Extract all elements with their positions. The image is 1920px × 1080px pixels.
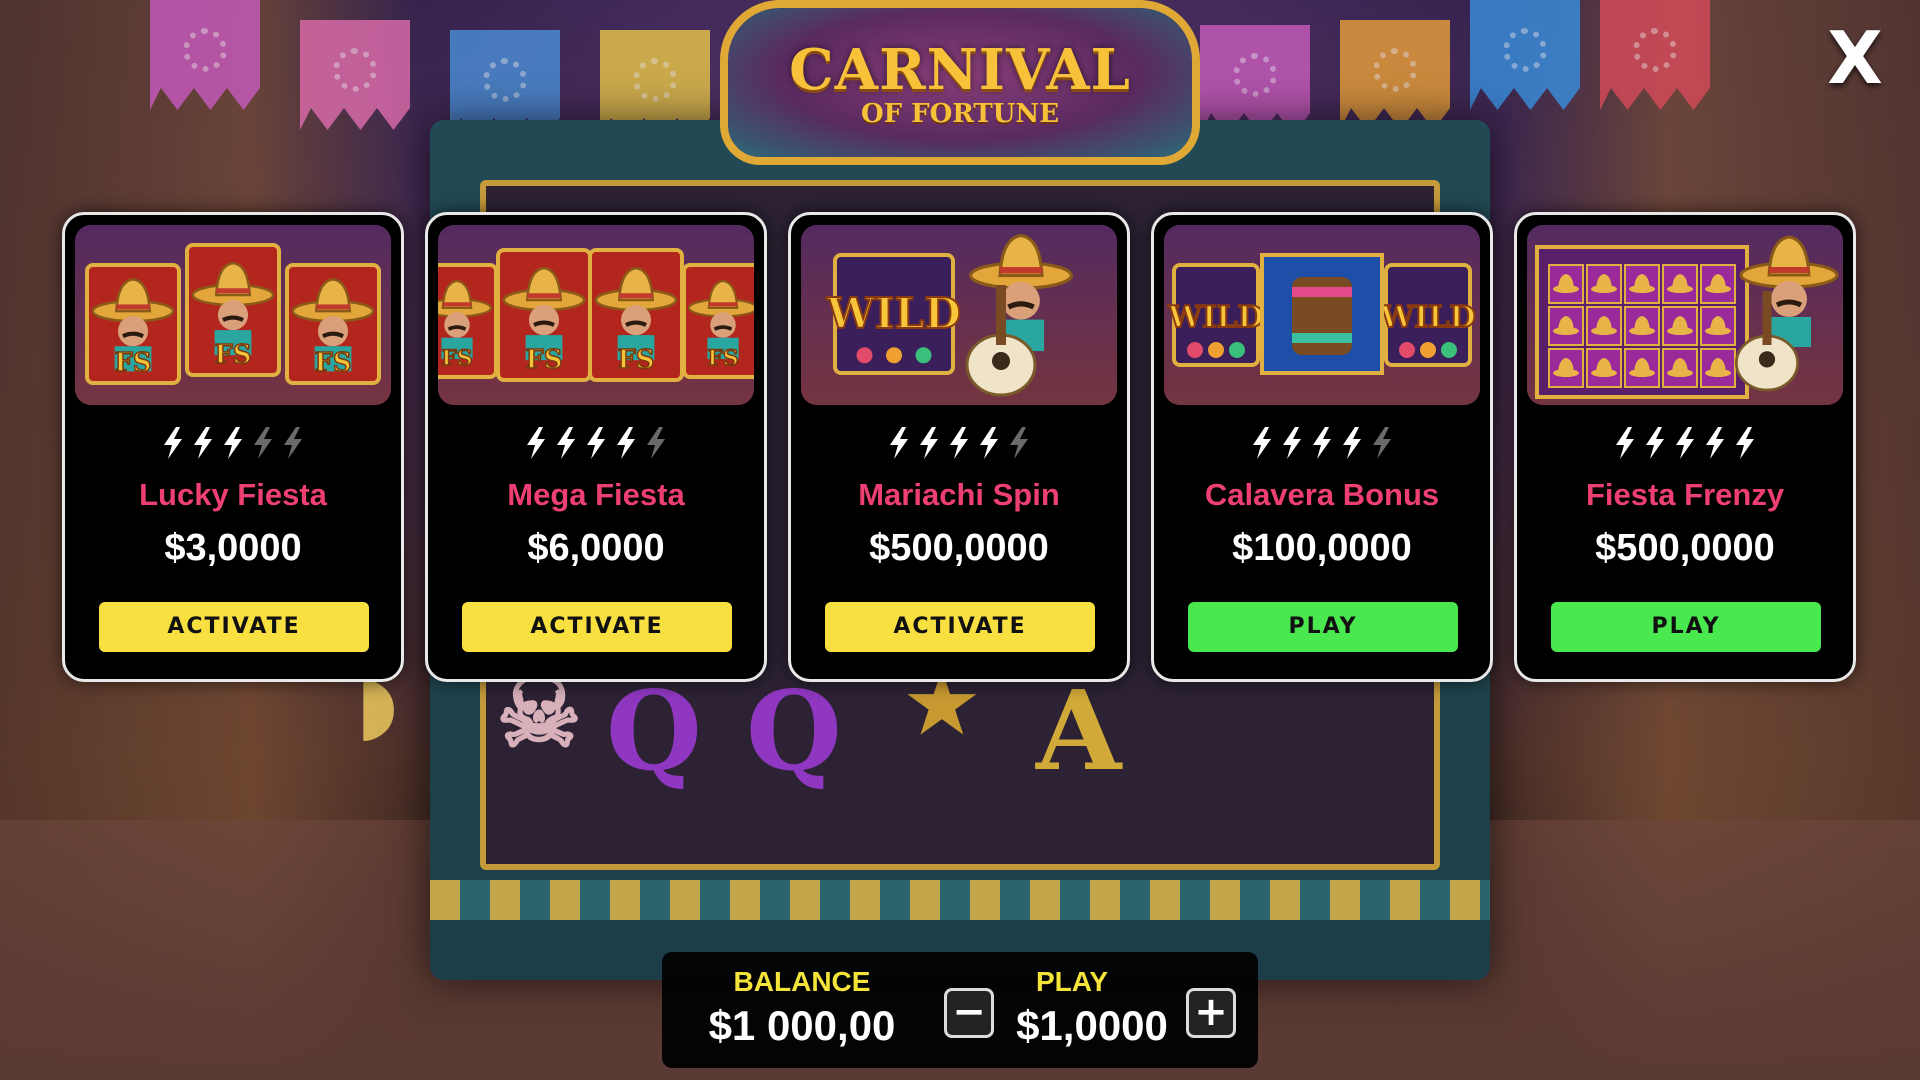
- svg-text:WILD: WILD: [1167, 300, 1264, 335]
- svg-text:FS: FS: [315, 348, 352, 378]
- svg-text:FS: FS: [707, 345, 738, 371]
- lightning-bolt-icon: [553, 427, 579, 459]
- game-title: Mariachi Spin: [858, 477, 1060, 512]
- svg-text:FS: FS: [215, 340, 252, 370]
- volatility-rating: [791, 427, 1127, 461]
- svg-text:FS: FS: [526, 345, 563, 375]
- lightning-bolt-dim-icon: [643, 427, 669, 459]
- lightning-bolt-icon: [220, 427, 246, 459]
- game-thumbnail[interactable]: [1527, 225, 1843, 405]
- volatility-rating: [1154, 427, 1490, 461]
- lightning-bolt-icon: [1339, 427, 1365, 459]
- game-thumbnail[interactable]: WILD WILD: [1164, 225, 1480, 405]
- volatility-rating: [428, 427, 764, 461]
- lightning-bolt-icon: [916, 427, 942, 459]
- papel-picado-flag: [1340, 20, 1450, 130]
- lightning-bolt-icon: [1642, 427, 1668, 459]
- game-thumbnail[interactable]: WILD: [801, 225, 1117, 405]
- lightning-bolt-icon: [1702, 427, 1728, 459]
- game-title: Calavera Bonus: [1204, 477, 1440, 512]
- game-card: WILD WILD Calavera Bonus $100,0000 PLAY: [1151, 212, 1493, 682]
- game-prize: $3,0000: [164, 527, 302, 569]
- close-button[interactable]: X: [1820, 18, 1890, 98]
- svg-text:WILD: WILD: [1379, 300, 1476, 335]
- slot-machine-trim: [430, 880, 1490, 920]
- game-prize: $100,0000: [1232, 527, 1412, 569]
- lightning-bolt-dim-icon: [1369, 427, 1395, 459]
- lightning-bolt-icon: [1249, 427, 1275, 459]
- game-title: Lucky Fiesta: [139, 477, 327, 512]
- game-card: WILD Mariachi Spin $500,0000 ACTIVATE: [788, 212, 1130, 682]
- play-button[interactable]: PLAY: [1188, 602, 1458, 652]
- papel-picado-flag: [1470, 0, 1580, 110]
- lightning-bolt-dim-icon: [1006, 427, 1032, 459]
- svg-text:FS: FS: [441, 345, 472, 371]
- game-card: FS FS FS FS Mega Fiesta $6,0000 ACTIVATE: [425, 212, 767, 682]
- reel-symbol-a: A: [1036, 666, 1122, 795]
- lightning-bolt-dim-icon: [280, 427, 306, 459]
- game-prize: $6,0000: [527, 527, 665, 569]
- papel-picado-flag: [300, 20, 410, 130]
- game-card: Fiesta Frenzy $500,0000 PLAY: [1514, 212, 1856, 682]
- lightning-bolt-icon: [976, 427, 1002, 459]
- balance-label: BALANCE: [733, 966, 871, 997]
- lightning-bolt-icon: [190, 427, 216, 459]
- game-card: FS FS FS Lucky Fiesta $3,0000 ACTIVATE: [62, 212, 404, 682]
- papel-picado-flag: [1600, 0, 1710, 110]
- lightning-bolt-icon: [583, 427, 609, 459]
- balance-value: $1 000,00: [708, 1002, 896, 1049]
- bet-increase-button[interactable]: +: [1186, 988, 1236, 1038]
- play-value: $1,0000: [1016, 1002, 1168, 1049]
- volatility-rating: [65, 427, 401, 461]
- game-prize: $500,0000: [869, 527, 1049, 569]
- lightning-bolt-icon: [1279, 427, 1305, 459]
- papel-picado-flag: [1200, 25, 1310, 135]
- lightning-bolt-icon: [1309, 427, 1335, 459]
- lightning-bolt-icon: [613, 427, 639, 459]
- game-cards-row: FS FS FS Lucky Fiesta $3,0000 ACTIVATE F…: [62, 212, 1858, 684]
- lightning-bolt-icon: [1732, 427, 1758, 459]
- game-title: Mega Fiesta: [507, 477, 685, 512]
- svg-text:FS: FS: [618, 345, 655, 375]
- volatility-rating: [1517, 427, 1853, 461]
- svg-text:WILD: WILD: [826, 289, 961, 339]
- bottom-bar: BALANCE $1 000,00 − PLAY $1,0000 +: [662, 952, 1258, 1068]
- lightning-bolt-icon: [946, 427, 972, 459]
- lightning-bolt-icon: [1612, 427, 1638, 459]
- lightning-bolt-icon: [886, 427, 912, 459]
- lightning-bolt-dim-icon: [250, 427, 276, 459]
- papel-picado-flag: [150, 0, 260, 110]
- activate-button[interactable]: ACTIVATE: [99, 602, 369, 652]
- lightning-bolt-icon: [160, 427, 186, 459]
- game-thumbnail[interactable]: FS FS FS: [438, 225, 754, 405]
- logo-subtitle: OF FORTUNE: [860, 98, 1060, 129]
- bet-decrease-button[interactable]: −: [944, 988, 994, 1038]
- play-button[interactable]: PLAY: [1551, 602, 1821, 652]
- reel-symbol-q: Q: [746, 666, 842, 795]
- game-prize: $500,0000: [1595, 527, 1775, 569]
- activate-button[interactable]: ACTIVATE: [462, 602, 732, 652]
- game-logo: CARNIVAL OF FORTUNE: [720, 0, 1200, 165]
- svg-text:FS: FS: [115, 348, 152, 378]
- reel-symbol-q: Q: [606, 666, 702, 795]
- activate-button[interactable]: ACTIVATE: [825, 602, 1095, 652]
- lightning-bolt-icon: [1672, 427, 1698, 459]
- game-title: Fiesta Frenzy: [1585, 477, 1785, 512]
- logo-title: CARNIVAL: [789, 36, 1131, 103]
- play-label: PLAY: [1035, 966, 1109, 997]
- lightning-bolt-icon: [523, 427, 549, 459]
- game-thumbnail[interactable]: FS FS FS: [75, 225, 391, 405]
